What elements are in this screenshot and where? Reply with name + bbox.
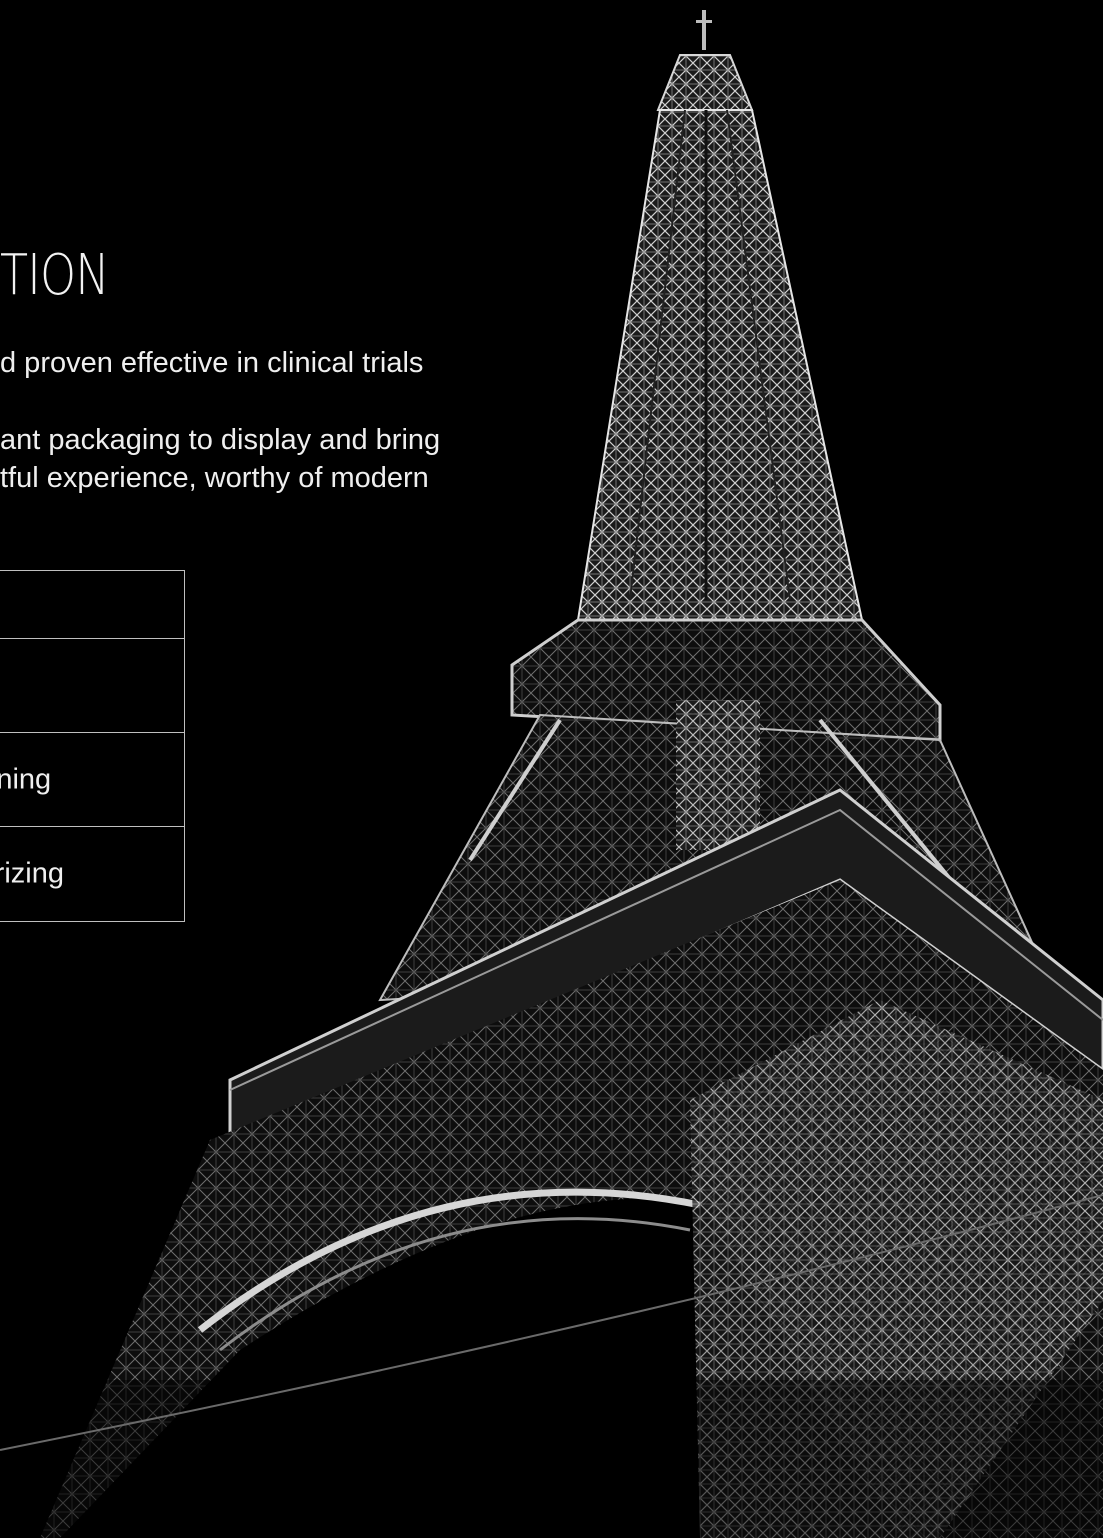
description-paragraph: ant packaging to display and bring tful … xyxy=(0,421,440,497)
page: TION d proven effective in clinical tria… xyxy=(0,0,1103,1538)
table-cell: sturizing xyxy=(0,857,64,890)
table-header-row: N xyxy=(0,571,184,639)
table-row xyxy=(0,639,184,733)
table-row: htening xyxy=(0,733,184,827)
description-line-1: ant packaging to display and bring xyxy=(0,424,441,456)
intro-paragraph: d proven effective in clinical trials xyxy=(0,344,423,382)
table-row: sturizing xyxy=(0,827,184,921)
intro-line-1: d proven effective in clinical trials xyxy=(0,347,424,379)
section-heading: TION xyxy=(0,243,110,308)
benefits-table: N htening sturizing xyxy=(0,570,185,922)
description-line-2: tful experience, worthy of modern xyxy=(0,462,429,494)
table-cell: htening xyxy=(0,763,52,795)
